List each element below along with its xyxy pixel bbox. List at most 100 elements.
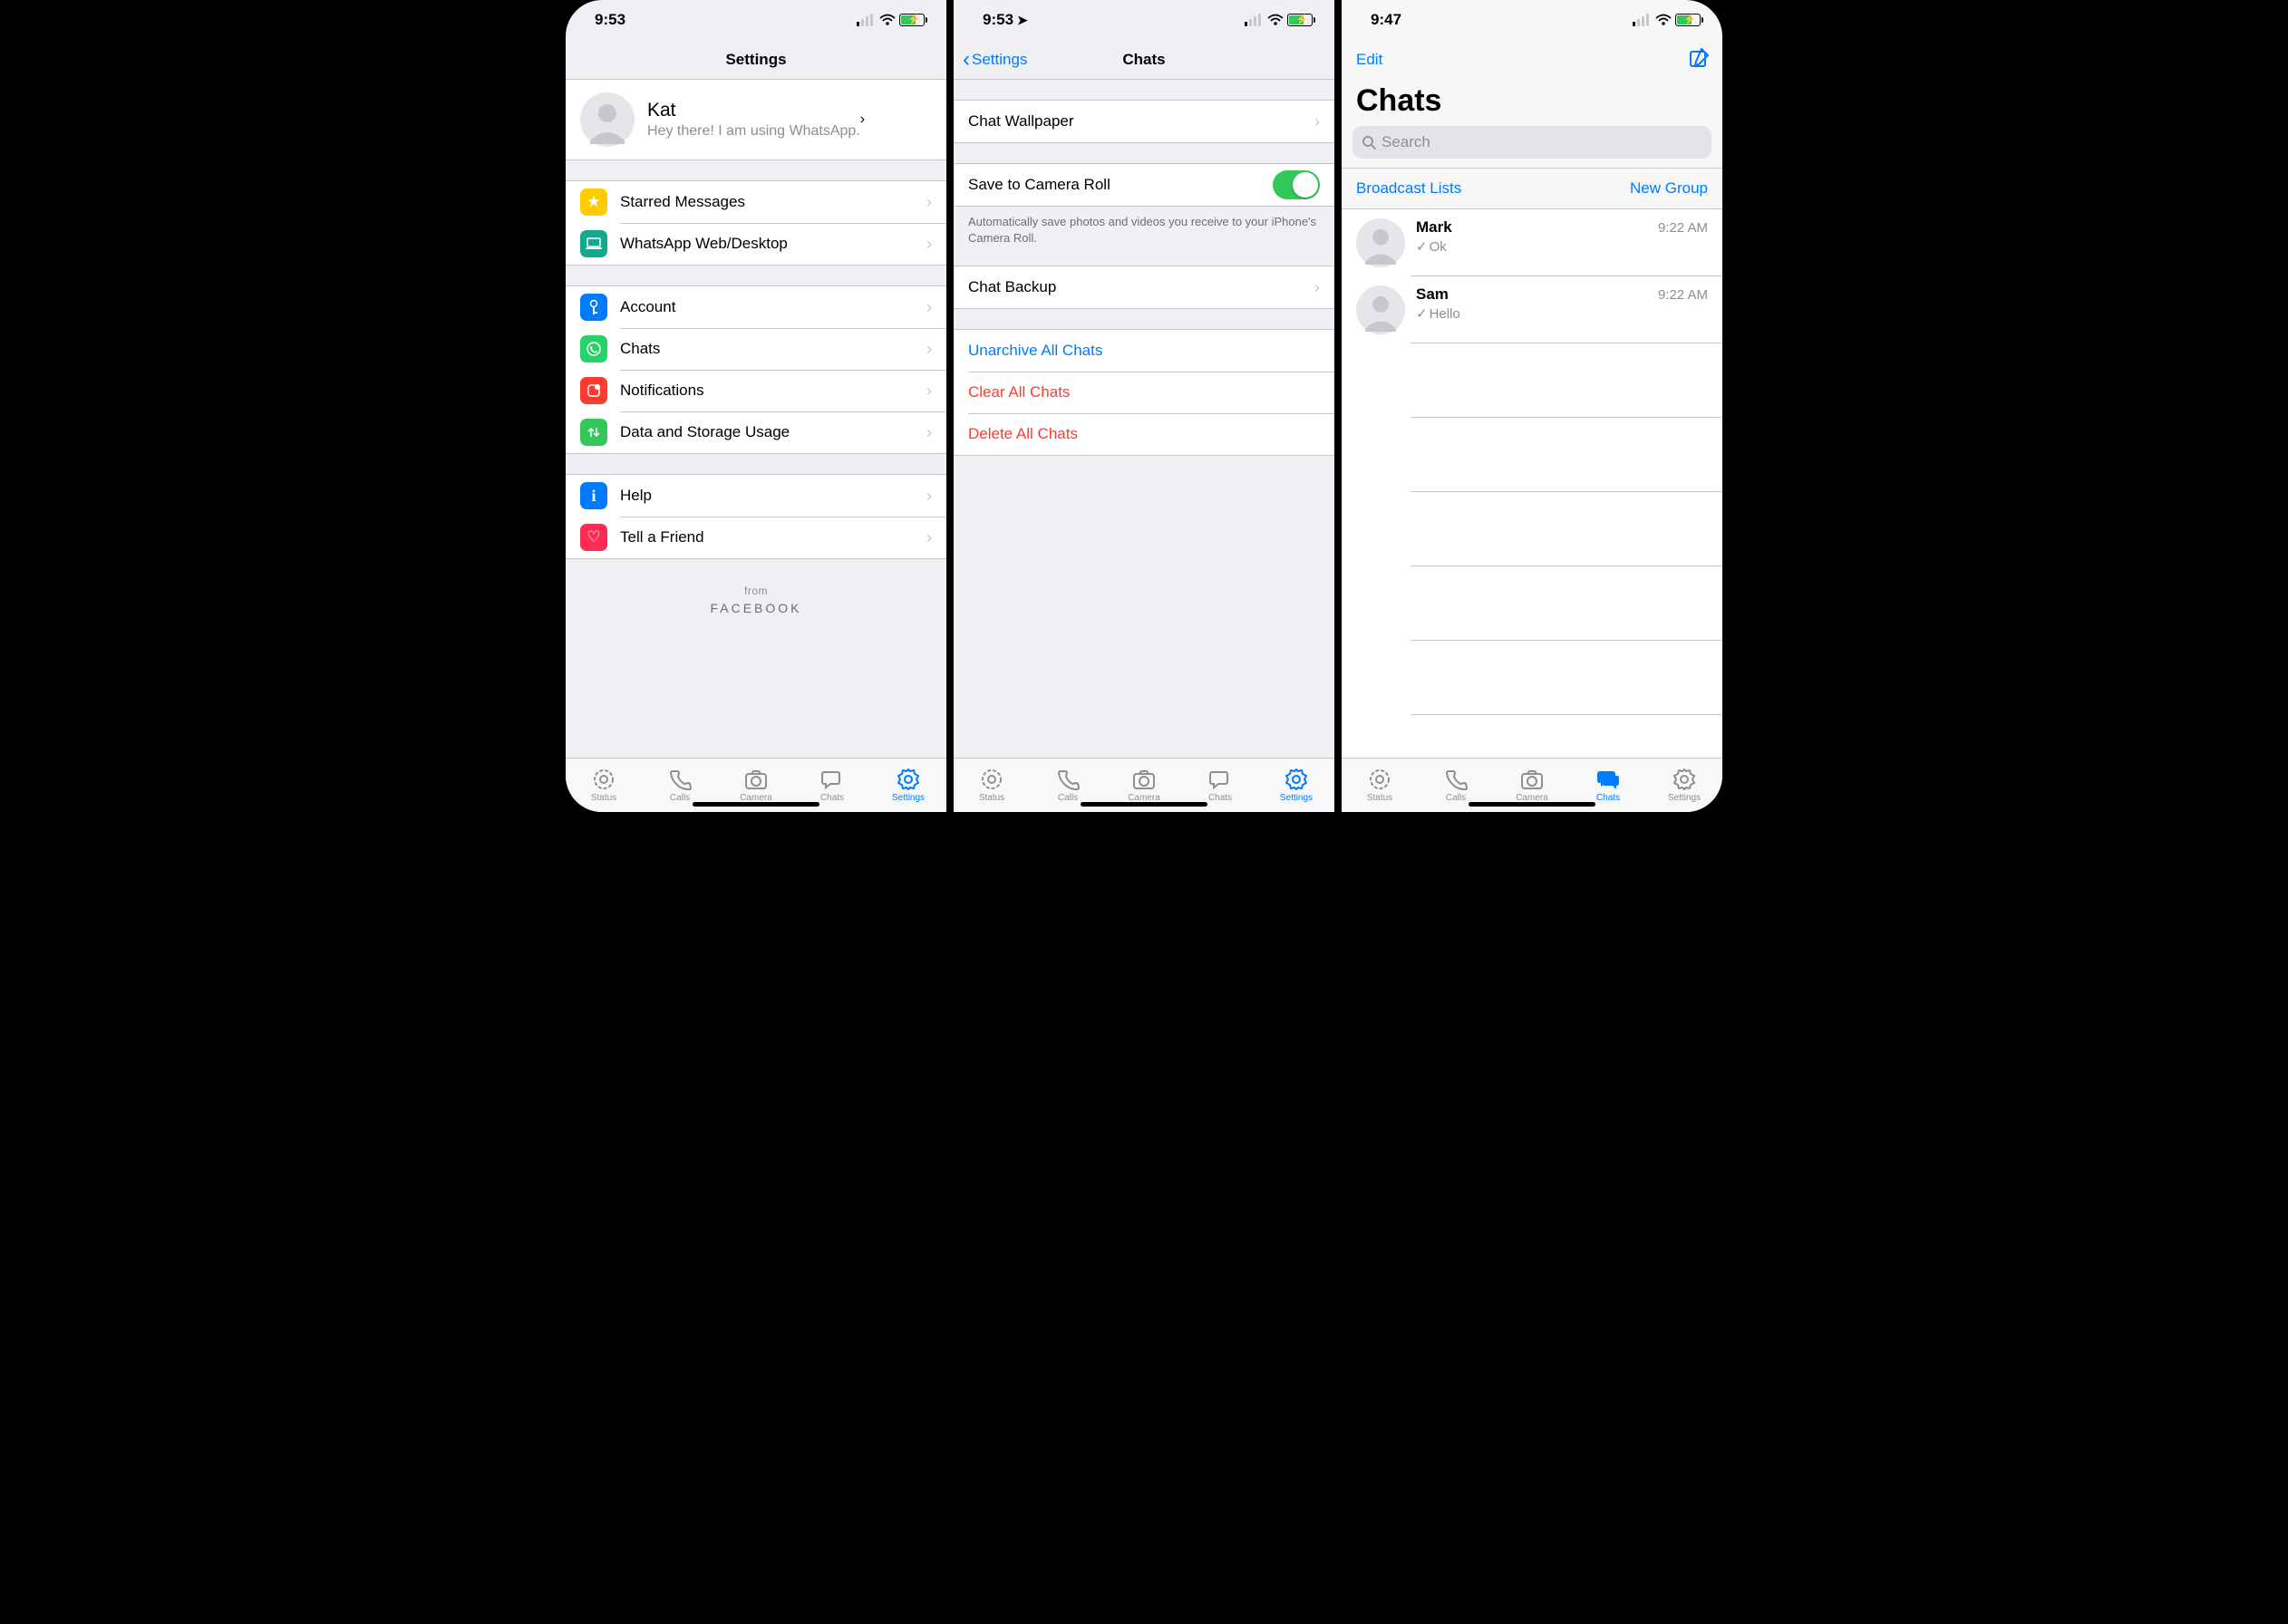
search-input[interactable]: Search <box>1352 126 1711 159</box>
battery-icon: ⚡ <box>899 14 925 26</box>
label: Data and Storage Usage <box>620 423 790 441</box>
back-button[interactable]: ‹Settings <box>963 49 1027 71</box>
broadcast-lists-link[interactable]: Broadcast Lists <box>1356 179 1461 198</box>
status-bar: 9:53 ⚡ <box>566 0 946 40</box>
arrows-updown-icon <box>580 419 607 446</box>
label: Delete All Chats <box>968 425 1078 443</box>
chevron-left-icon: ‹ <box>963 49 970 71</box>
clock: 9:53 <box>595 11 625 29</box>
chat-name: Sam <box>1416 285 1449 304</box>
label: Account <box>620 298 675 316</box>
avatar-icon <box>580 92 635 147</box>
label: Chats <box>620 340 660 358</box>
chevron-right-icon: › <box>926 235 932 254</box>
cellular-icon <box>1633 14 1649 26</box>
home-indicator[interactable] <box>693 802 819 807</box>
edit-button[interactable]: Edit <box>1356 51 1382 69</box>
star-icon: ★ <box>580 188 607 216</box>
chat-row[interactable]: Sam9:22 AM ✓Hello <box>1342 276 1722 343</box>
tab-settings[interactable]: Settings <box>870 759 946 812</box>
label: Chat Backup <box>968 278 1056 296</box>
chevron-right-icon: › <box>926 193 932 212</box>
wifi-icon <box>1655 14 1672 26</box>
search-icon <box>1362 135 1376 150</box>
whatsapp-icon <box>580 335 607 362</box>
chevron-right-icon: › <box>926 382 932 401</box>
label: Help <box>620 487 652 505</box>
chat-wallpaper-row[interactable]: Chat Wallpaper › <box>954 101 1334 142</box>
clear-all-row[interactable]: Clear All Chats <box>954 372 1334 413</box>
tab-settings[interactable]: Settings <box>1646 759 1722 812</box>
page-title: Chats <box>1342 80 1722 126</box>
help-row[interactable]: i Help › <box>566 475 946 517</box>
tab-status[interactable]: Status <box>1342 759 1418 812</box>
chat-links-row: Broadcast Lists New Group <box>1342 169 1722 209</box>
profile-row[interactable]: Kat Hey there! I am using WhatsApp. › <box>566 80 946 160</box>
notifications-row[interactable]: Notifications › <box>566 370 946 411</box>
chat-time: 9:22 AM <box>1658 220 1708 236</box>
cellular-icon <box>1245 14 1261 26</box>
chevron-right-icon: › <box>926 528 932 547</box>
tab-status[interactable]: Status <box>566 759 642 812</box>
account-row[interactable]: Account › <box>566 286 946 328</box>
webdesktop-row[interactable]: WhatsApp Web/Desktop › <box>566 223 946 265</box>
label: Chat Wallpaper <box>968 112 1074 130</box>
screen-chat-settings: 9:53➤ ⚡ ‹Settings Chats Chat Wallpaper ›… <box>954 0 1334 812</box>
page-title: Chats <box>1122 51 1165 69</box>
label: Starred Messages <box>620 193 745 211</box>
cellular-icon <box>857 14 873 26</box>
avatar-icon <box>1356 285 1405 334</box>
chat-backup-row[interactable]: Chat Backup › <box>954 266 1334 308</box>
chevron-right-icon: › <box>1314 112 1320 131</box>
home-indicator[interactable] <box>1081 802 1207 807</box>
label: Tell a Friend <box>620 528 704 546</box>
label: Save to Camera Roll <box>968 176 1110 194</box>
profile-name: Kat <box>647 100 860 121</box>
save-camera-roll-toggle[interactable] <box>1273 170 1320 199</box>
chevron-right-icon: › <box>926 423 932 442</box>
info-icon: i <box>580 482 607 509</box>
page-title: Settings <box>725 51 786 69</box>
avatar-icon <box>1356 218 1405 267</box>
clock: 9:47 <box>1371 11 1401 29</box>
data-usage-row[interactable]: Data and Storage Usage › <box>566 411 946 453</box>
screen-chats-list: 9:47 ⚡ Edit Chats Search Broadcast Lists… <box>1342 0 1722 812</box>
delete-all-row[interactable]: Delete All Chats <box>954 413 1334 455</box>
unarchive-all-row[interactable]: Unarchive All Chats <box>954 330 1334 372</box>
clock: 9:53➤ <box>983 11 1028 29</box>
wifi-icon <box>1267 14 1284 26</box>
key-icon <box>580 294 607 321</box>
location-icon: ➤ <box>1017 13 1028 27</box>
tell-friend-row[interactable]: ♡ Tell a Friend › <box>566 517 946 558</box>
profile-status: Hey there! I am using WhatsApp. <box>647 123 860 140</box>
label: Clear All Chats <box>968 383 1070 401</box>
chat-row[interactable]: Mark 9:22 AM ✓Ok <box>1342 209 1722 276</box>
chat-preview: ✓Ok <box>1416 238 1708 255</box>
chevron-right-icon: › <box>1314 278 1320 297</box>
chat-list: Mark 9:22 AM ✓Ok Sam9:22 AM ✓Hello <box>1342 209 1722 759</box>
save-camera-roll-note: Automatically save photos and videos you… <box>954 207 1334 246</box>
screen-settings: 9:53 ⚡ Settings Kat Hey there! I am usin… <box>566 0 946 812</box>
search-placeholder: Search <box>1382 133 1430 151</box>
chats-settings-row[interactable]: Chats › <box>566 328 946 370</box>
navbar: Settings <box>566 40 946 80</box>
heart-icon: ♡ <box>580 524 607 551</box>
laptop-icon <box>580 230 607 257</box>
chat-preview: ✓Hello <box>1416 305 1708 322</box>
compose-button[interactable] <box>1688 47 1710 73</box>
chevron-right-icon: › <box>926 340 932 359</box>
check-icon: ✓ <box>1416 239 1428 255</box>
battery-icon: ⚡ <box>1287 14 1313 26</box>
chat-name: Mark <box>1416 218 1452 237</box>
starred-messages-row[interactable]: ★ Starred Messages › <box>566 181 946 223</box>
tab-status[interactable]: Status <box>954 759 1030 812</box>
status-bar: 9:47 ⚡ <box>1342 0 1722 40</box>
home-indicator[interactable] <box>1469 802 1595 807</box>
battery-icon: ⚡ <box>1675 14 1701 26</box>
label: Notifications <box>620 382 704 400</box>
new-group-link[interactable]: New Group <box>1630 179 1708 198</box>
chevron-right-icon: › <box>926 298 932 317</box>
navbar: ‹Settings Chats <box>954 40 1334 80</box>
label: WhatsApp Web/Desktop <box>620 235 788 253</box>
tab-settings[interactable]: Settings <box>1258 759 1334 812</box>
